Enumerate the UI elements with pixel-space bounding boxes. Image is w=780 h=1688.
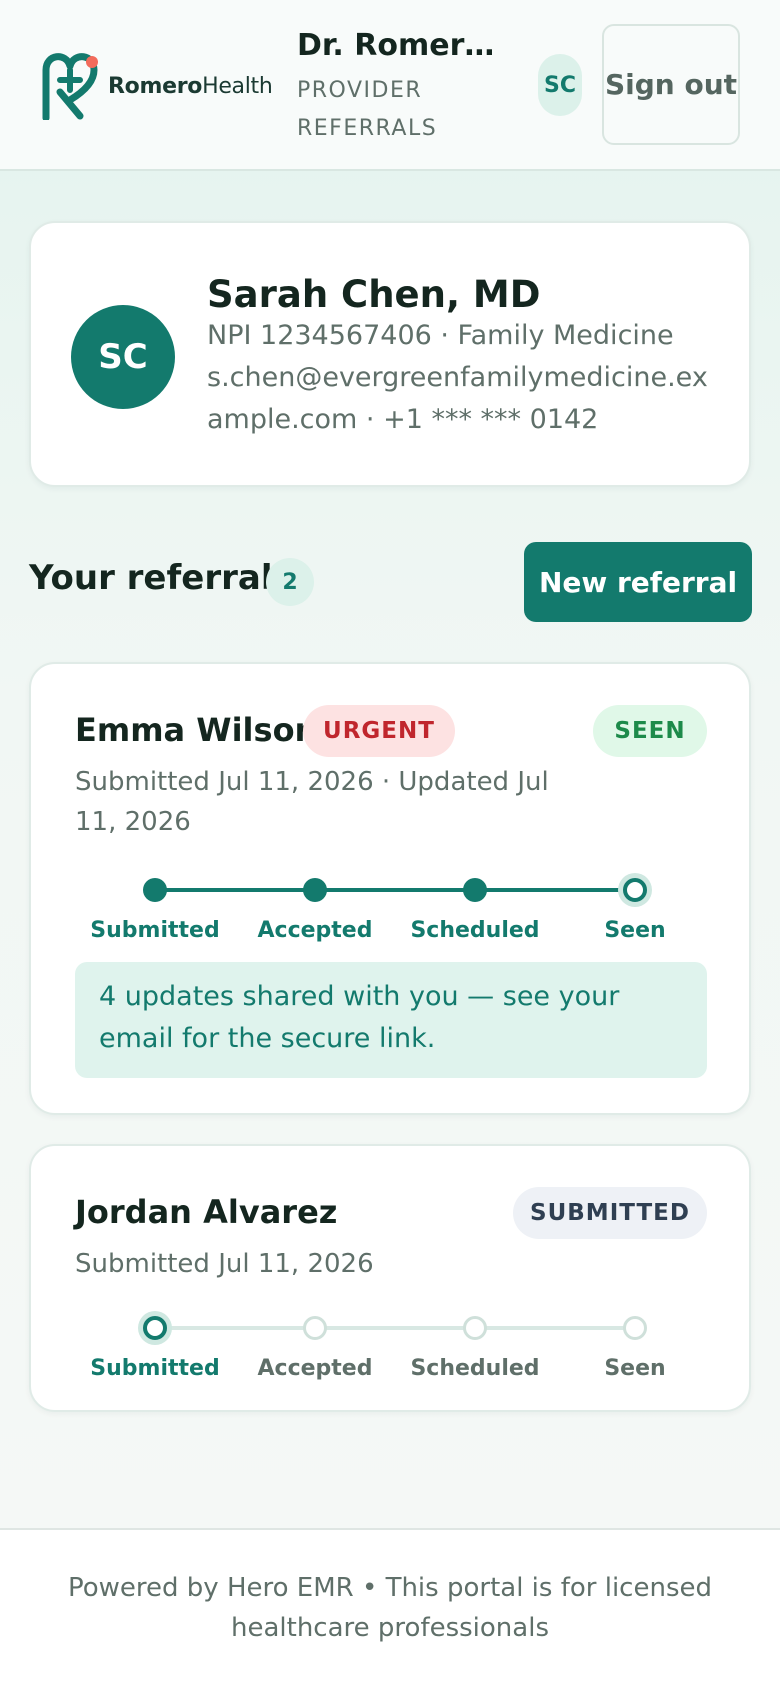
referral-dates: Submitted Jul 11, 2026 · Updated Jul 11,… xyxy=(75,767,549,837)
referral-card[interactable]: Emma Wilson URGENT SEEN Submitted Jul 11… xyxy=(29,662,751,1115)
heart-cross-logo-icon xyxy=(42,53,98,120)
profile-npi-specialty: NPI 1234567406 · Family Medicine xyxy=(207,320,674,351)
step-dot-accepted xyxy=(303,878,327,902)
provider-name: Dr. Romero Health xyxy=(297,28,503,63)
step-label-accepted: Accepted xyxy=(257,1356,373,1381)
step-dot-seen xyxy=(623,1316,647,1340)
app-header: RomeroHealth Dr. Romero Health PROVIDER … xyxy=(0,0,780,171)
footer-text: Powered by Hero EMR • This portal is for… xyxy=(67,1573,712,1643)
progress-track xyxy=(155,888,635,892)
priority-badge: URGENT xyxy=(303,705,455,757)
portal-label: PROVIDER REFERRALS xyxy=(297,78,438,141)
status-badge: SEEN xyxy=(593,705,707,757)
profile-contact: s.chen@evergreenfamilymedicine.example.c… xyxy=(207,362,708,435)
status-badge: SUBMITTED xyxy=(513,1187,707,1239)
step-label-submitted: Submitted xyxy=(90,918,220,943)
referral-card[interactable]: Jordan Alvarez SUBMITTED Submitted Jul 1… xyxy=(29,1144,751,1412)
profile-name: Sarah Chen, MD xyxy=(207,273,541,316)
patient-name: Jordan Alvarez xyxy=(75,1193,338,1231)
step-label-submitted: Submitted xyxy=(90,1356,220,1381)
profile-avatar: SC xyxy=(71,305,175,409)
sign-out-button[interactable]: Sign out xyxy=(602,24,740,145)
page-footer: Powered by Hero EMR • This portal is for… xyxy=(0,1528,780,1688)
step-label-scheduled: Scheduled xyxy=(410,1356,540,1381)
user-avatar[interactable]: SC xyxy=(538,54,582,116)
referrals-section-title: Your referrals xyxy=(29,558,293,598)
new-referral-button[interactable]: New referral xyxy=(524,542,752,622)
step-dot-seen xyxy=(623,878,647,902)
step-dot-submitted xyxy=(143,878,167,902)
referral-progress-stepper: Submitted Accepted Scheduled Seen xyxy=(75,870,715,950)
step-dot-scheduled xyxy=(463,878,487,902)
brand-wordmark: RomeroHealth xyxy=(108,74,273,99)
progress-track xyxy=(155,1326,635,1330)
step-label-seen: Seen xyxy=(604,1356,666,1381)
romero-health-logo[interactable]: RomeroHealth xyxy=(40,52,280,122)
step-label-scheduled: Scheduled xyxy=(410,918,540,943)
step-dot-accepted xyxy=(303,1316,327,1340)
referral-dates: Submitted Jul 11, 2026 xyxy=(75,1249,374,1279)
updates-notice: 4 updates shared with you — see your ema… xyxy=(75,962,707,1078)
provider-profile-card: SC Sarah Chen, MD NPI 1234567406 · Famil… xyxy=(29,221,751,487)
referral-progress-stepper: Submitted Accepted Scheduled Seen xyxy=(75,1308,715,1388)
step-label-accepted: Accepted xyxy=(257,918,373,943)
step-dot-scheduled xyxy=(463,1316,487,1340)
step-dot-submitted xyxy=(143,1316,167,1340)
patient-name: Emma Wilson xyxy=(75,711,318,749)
referrals-count-badge: 2 xyxy=(266,558,314,606)
step-label-seen: Seen xyxy=(604,918,666,943)
